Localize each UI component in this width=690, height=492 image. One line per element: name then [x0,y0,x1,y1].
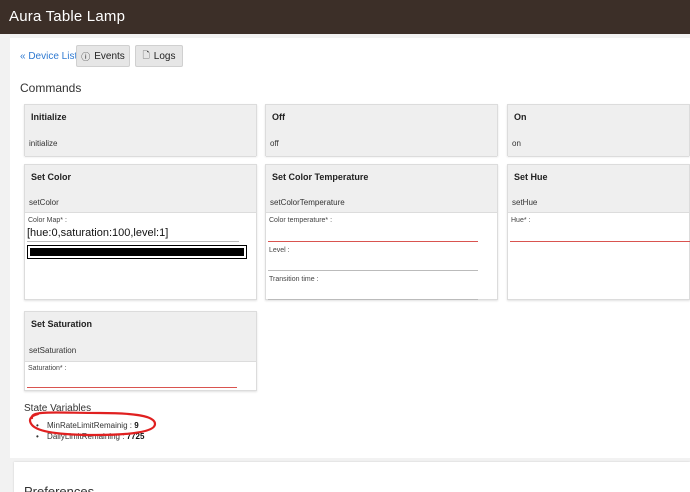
preferences-card: Preferences [14,462,690,492]
preferences-title: Preferences [24,484,95,492]
red-circle-annotation [28,411,157,437]
